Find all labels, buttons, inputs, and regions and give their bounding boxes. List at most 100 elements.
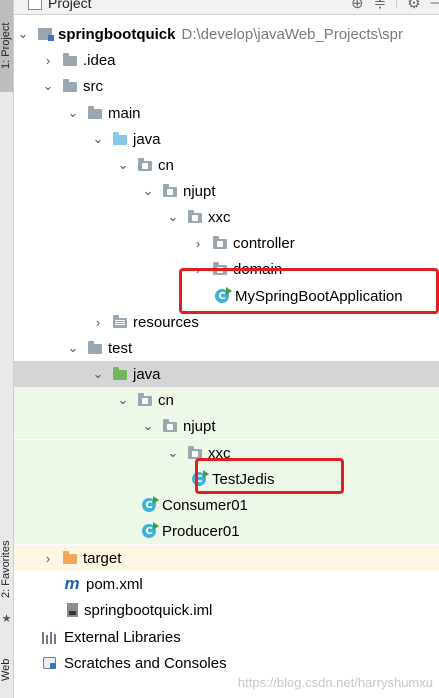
chevron-down-icon[interactable]: ⌄ bbox=[66, 105, 80, 120]
scratches-icon bbox=[42, 656, 58, 670]
node-label: springbootquick.iml bbox=[84, 601, 213, 619]
node-label: resources bbox=[133, 313, 199, 331]
node-label: cn bbox=[158, 156, 174, 174]
class-icon: C bbox=[142, 496, 159, 512]
chevron-right-icon[interactable]: › bbox=[41, 551, 55, 566]
chevron-down-icon[interactable]: ⌄ bbox=[66, 340, 80, 355]
tree-node-domain[interactable]: › domain bbox=[14, 256, 439, 282]
target-icon[interactable]: ⊕ bbox=[351, 0, 364, 12]
node-label: External Libraries bbox=[64, 628, 181, 646]
resources-folder-icon bbox=[113, 315, 127, 328]
excluded-folder-icon bbox=[63, 551, 77, 564]
chevron-down-icon[interactable]: ⌄ bbox=[91, 366, 105, 381]
node-label: domain bbox=[233, 260, 283, 278]
node-label: Consumer01 bbox=[162, 496, 248, 514]
node-label: controller bbox=[233, 234, 295, 252]
libraries-icon bbox=[42, 631, 58, 644]
tab-project[interactable]: 1: Project bbox=[0, 0, 13, 92]
tree-node-root[interactable]: ⌄ springbootquick D:\develop\javaWeb_Pro… bbox=[14, 21, 439, 47]
folder-icon bbox=[63, 79, 77, 92]
folder-icon bbox=[88, 106, 102, 119]
chevron-down-icon[interactable]: ⌄ bbox=[91, 131, 105, 146]
tree-node-app-class[interactable]: C MySpringBootApplication bbox=[14, 283, 439, 309]
chevron-down-icon[interactable]: ⌄ bbox=[141, 183, 155, 198]
project-tool-window-header: Project ⊕ ≑ ⚙ – bbox=[14, 0, 439, 15]
separator bbox=[396, 0, 398, 8]
collapse-icon[interactable]: ≑ bbox=[374, 0, 387, 12]
package-icon bbox=[213, 262, 227, 275]
tree-node-main-cn[interactable]: ⌄ cn bbox=[14, 152, 439, 178]
chevron-right-icon[interactable]: › bbox=[191, 236, 205, 251]
chevron-right-icon[interactable]: › bbox=[191, 262, 205, 277]
chevron-right-icon[interactable]: › bbox=[91, 315, 105, 330]
folder-icon bbox=[63, 53, 77, 66]
tree-node-controller[interactable]: › controller bbox=[14, 230, 439, 256]
header-controls: ⊕ ≑ ⚙ – bbox=[351, 0, 439, 12]
tool-window-title[interactable]: Project bbox=[48, 0, 92, 11]
class-icon: C bbox=[142, 522, 159, 538]
node-label: .idea bbox=[83, 51, 116, 69]
tab-favorites[interactable]: 2: Favorites bbox=[0, 530, 13, 608]
tree-node-test-java[interactable]: ⌄ java bbox=[14, 361, 439, 387]
chevron-down-icon[interactable]: ⌄ bbox=[166, 445, 180, 460]
node-label: njupt bbox=[183, 182, 216, 200]
module-file-icon bbox=[67, 603, 78, 617]
left-tool-strip: 1: Project 2: Favorites ★ Web bbox=[0, 0, 14, 698]
spring-boot-class-icon: C bbox=[215, 287, 232, 303]
tree-node-src[interactable]: ⌄ src bbox=[14, 73, 439, 99]
tree-node-external-libraries[interactable]: External Libraries bbox=[14, 624, 439, 650]
tree-node-iml[interactable]: springbootquick.iml bbox=[14, 597, 439, 623]
tree-node-producer[interactable]: C Producer01 bbox=[14, 518, 439, 544]
package-icon bbox=[138, 393, 152, 406]
source-root-folder-icon bbox=[113, 132, 127, 145]
project-tree: ⌄ springbootquick D:\develop\javaWeb_Pro… bbox=[14, 14, 439, 698]
node-label: main bbox=[108, 104, 141, 122]
node-label: njupt bbox=[183, 417, 216, 435]
chevron-down-icon[interactable]: ⌄ bbox=[141, 418, 155, 433]
tree-node-pom[interactable]: m pom.xml bbox=[14, 571, 439, 597]
tree-node-idea[interactable]: › .idea bbox=[14, 47, 439, 73]
tree-node-resources[interactable]: › resources bbox=[14, 309, 439, 335]
tree-node-scratches[interactable]: Scratches and Consoles bbox=[14, 650, 439, 676]
node-label: MySpringBootApplication bbox=[235, 287, 403, 305]
tree-node-test-xxc[interactable]: ⌄ xxc bbox=[14, 440, 439, 466]
node-label: cn bbox=[158, 391, 174, 409]
root-label: springbootquick bbox=[58, 25, 176, 43]
tree-node-main[interactable]: ⌄ main bbox=[14, 100, 439, 126]
chevron-right-icon[interactable]: › bbox=[41, 53, 55, 68]
root-path: D:\develop\javaWeb_Projects\spr bbox=[181, 25, 404, 43]
favorites-star-icon: ★ bbox=[1, 613, 12, 625]
project-window-icon bbox=[28, 0, 42, 10]
chevron-down-icon[interactable]: ⌄ bbox=[116, 392, 130, 407]
package-icon bbox=[188, 446, 202, 459]
tree-node-main-java[interactable]: ⌄ java bbox=[14, 126, 439, 152]
tree-node-test-cn[interactable]: ⌄ cn bbox=[14, 387, 439, 413]
package-icon bbox=[163, 184, 177, 197]
tree-node-test-class[interactable]: C TestJedis bbox=[14, 466, 439, 492]
module-icon bbox=[38, 28, 54, 41]
tree-node-consumer[interactable]: C Consumer01 bbox=[14, 492, 439, 518]
node-label: xxc bbox=[208, 208, 231, 226]
tree-node-test-njupt[interactable]: ⌄ njupt bbox=[14, 413, 439, 439]
class-icon: C bbox=[192, 470, 209, 486]
node-label: xxc bbox=[208, 444, 231, 462]
gear-icon[interactable]: ⚙ bbox=[407, 0, 420, 12]
node-label: pom.xml bbox=[86, 575, 143, 593]
node-label: Scratches and Consoles bbox=[64, 654, 227, 672]
maven-icon: m bbox=[64, 574, 80, 593]
tree-node-main-njupt[interactable]: ⌄ njupt bbox=[14, 178, 439, 204]
node-label: java bbox=[133, 365, 161, 383]
folder-icon bbox=[88, 341, 102, 354]
chevron-down-icon[interactable]: ⌄ bbox=[166, 209, 180, 224]
test-root-folder-icon bbox=[113, 367, 127, 380]
package-icon bbox=[188, 210, 202, 223]
chevron-down-icon[interactable]: ⌄ bbox=[41, 78, 55, 93]
tree-node-test[interactable]: ⌄ test bbox=[14, 335, 439, 361]
chevron-down-icon[interactable]: ⌄ bbox=[16, 26, 30, 41]
chevron-down-icon[interactable]: ⌄ bbox=[116, 157, 130, 172]
tree-node-target[interactable]: › target bbox=[14, 545, 439, 571]
minimize-icon[interactable]: – bbox=[431, 0, 439, 12]
tab-web[interactable]: Web bbox=[0, 650, 13, 690]
tree-node-main-xxc[interactable]: ⌄ xxc bbox=[14, 204, 439, 230]
node-label: src bbox=[83, 77, 103, 95]
